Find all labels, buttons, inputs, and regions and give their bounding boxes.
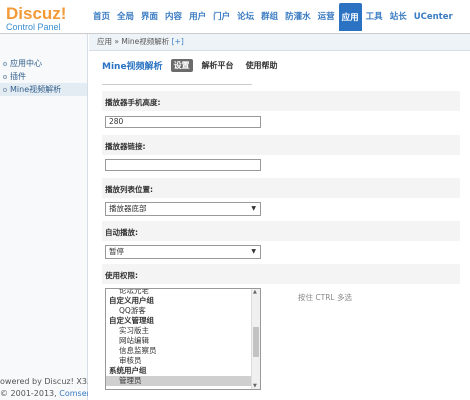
autoplay-value: 暂停 <box>109 247 124 256</box>
option-item[interactable]: 信息监察员 <box>106 346 260 356</box>
phone-height-input[interactable]: 280 <box>105 116 261 128</box>
copyright: © 2001-2013, Comsenz Inc. <box>0 388 88 400</box>
divider <box>102 84 252 85</box>
nav-tab[interactable]: 站长 <box>387 6 410 28</box>
brand-logo: Discuz! <box>6 4 67 23</box>
bullet-icon <box>3 87 7 92</box>
option-group: 自定义管理组 <box>109 316 154 325</box>
nav-tab[interactable]: 门户 <box>210 6 233 28</box>
option-item[interactable]: 网站编辑 <box>106 336 260 346</box>
autoplay-label: 自动播放: <box>105 228 138 237</box>
row-background <box>102 178 460 198</box>
nav-tab[interactable]: 内容 <box>162 6 185 28</box>
row-background <box>102 135 460 155</box>
sidebar: 应用中心 插件 Mine视频解析 owered by Discuz! X3.2 … <box>0 34 88 400</box>
comsenz-link[interactable]: Comsenz Inc. <box>59 389 88 398</box>
nav-tab[interactable]: 工具 <box>363 6 386 28</box>
scrollbar[interactable]: ▲ ▼ <box>251 289 260 389</box>
logo: Discuz! Control Panel <box>6 4 66 32</box>
nav-tab[interactable]: 群组 <box>258 6 281 28</box>
permission-hint: 按住 CTRL 多选 <box>298 293 352 302</box>
sidebar-item-plugins[interactable]: 插件 <box>0 70 87 83</box>
powered-by: owered by Discuz! X3.2 <box>0 377 88 386</box>
nav-tab[interactable]: 论坛 <box>234 6 257 28</box>
page-titlebar: Mine视频解析 设置 解析平台 使用帮助 <box>102 59 287 72</box>
breadcrumb-text: 应用 » Mine视频解析 <box>97 37 170 46</box>
nav-tab[interactable]: 用户 <box>186 6 209 28</box>
sidebar-item-label: 应用中心 <box>10 59 42 68</box>
option-item[interactable]: 管理员 <box>106 376 260 386</box>
nav-tab[interactable]: 运营 <box>315 6 338 28</box>
top-nav: 首页 全局 界面 内容 用户 门户 论坛 群组 防灌水 运营 应用 工具 站长 UCenter <box>90 3 457 34</box>
bullet-icon <box>3 74 7 79</box>
scrollbar-thumb[interactable] <box>253 327 259 357</box>
option-item[interactable]: 审核员 <box>106 356 260 366</box>
page-title: Mine视频解析 <box>102 62 163 72</box>
permission-label: 使用权限: <box>105 271 138 280</box>
option-item[interactable]: 论坛元老 <box>106 289 260 296</box>
row-background <box>102 221 460 241</box>
permission-options: 论坛元老 自定义用户组 QQ游客 自定义管理组 实习版主 网站编辑 信息监察员 审核员 系统用户… <box>106 289 260 386</box>
option-group: 系统用户组 <box>109 366 147 375</box>
sidebar-item-app-center[interactable]: 应用中心 <box>0 57 87 70</box>
add-shortcut-link[interactable]: [+] <box>172 37 184 46</box>
option-group: 自定义用户组 <box>109 296 154 305</box>
list-position-select[interactable]: 播放器底部 ▼ <box>105 202 261 216</box>
option-item[interactable]: 实习版主 <box>106 326 260 336</box>
tab-parse-platform[interactable]: 解析平台 <box>199 59 237 72</box>
copyright-text: © 2001-2013, <box>0 389 57 398</box>
header: Discuz! Control Panel 首页 全局 界面 内容 用户 门户 论坛 群组 防灌… <box>0 0 470 34</box>
nav-tab[interactable]: 全局 <box>114 6 137 28</box>
player-link-input[interactable] <box>105 159 261 171</box>
sidebar-item-mine-video[interactable]: Mine视频解析 <box>0 83 87 96</box>
main-content: Mine视频解析 设置 解析平台 使用帮助 播放器手机高度: 280 播放器链接… <box>89 51 470 400</box>
breadcrumb: 应用 » Mine视频解析 [+] <box>89 34 470 51</box>
dropdown-arrow-icon: ▼ <box>251 205 256 212</box>
footer: owered by Discuz! X3.2 © 2001-2013, Coms… <box>0 376 88 400</box>
nav-tab[interactable]: 应用 <box>338 3 362 31</box>
tab-settings[interactable]: 设置 <box>170 59 193 72</box>
list-position-value: 播放器底部 <box>109 204 147 213</box>
sidebar-item-label: 插件 <box>10 72 26 81</box>
scroll-up-icon[interactable]: ▲ <box>253 289 257 295</box>
row-background <box>102 264 460 284</box>
nav-tab[interactable]: 界面 <box>138 6 161 28</box>
autoplay-select[interactable]: 暂停 ▼ <box>105 245 261 259</box>
nav-tab[interactable]: 首页 <box>90 6 113 28</box>
brand-subtitle: Control Panel <box>6 22 61 32</box>
option-item[interactable]: QQ游客 <box>106 306 260 316</box>
phone-height-label: 播放器手机高度: <box>105 98 161 107</box>
scroll-down-icon[interactable]: ▼ <box>253 383 257 389</box>
list-position-label: 播放列表位置: <box>105 185 153 194</box>
sidebar-item-label: Mine视频解析 <box>10 85 62 94</box>
dropdown-arrow-icon: ▼ <box>251 248 256 255</box>
bullet-icon <box>3 61 7 66</box>
permission-multiselect[interactable]: 论坛元老 自定义用户组 QQ游客 自定义管理组 实习版主 网站编辑 信息监察员 审核员 系统用户… <box>105 288 261 390</box>
nav-tab[interactable]: UCenter <box>411 6 456 28</box>
player-link-label: 播放器链接: <box>105 142 146 151</box>
nav-tab[interactable]: 防灌水 <box>282 6 314 28</box>
tab-help[interactable]: 使用帮助 <box>243 59 281 72</box>
